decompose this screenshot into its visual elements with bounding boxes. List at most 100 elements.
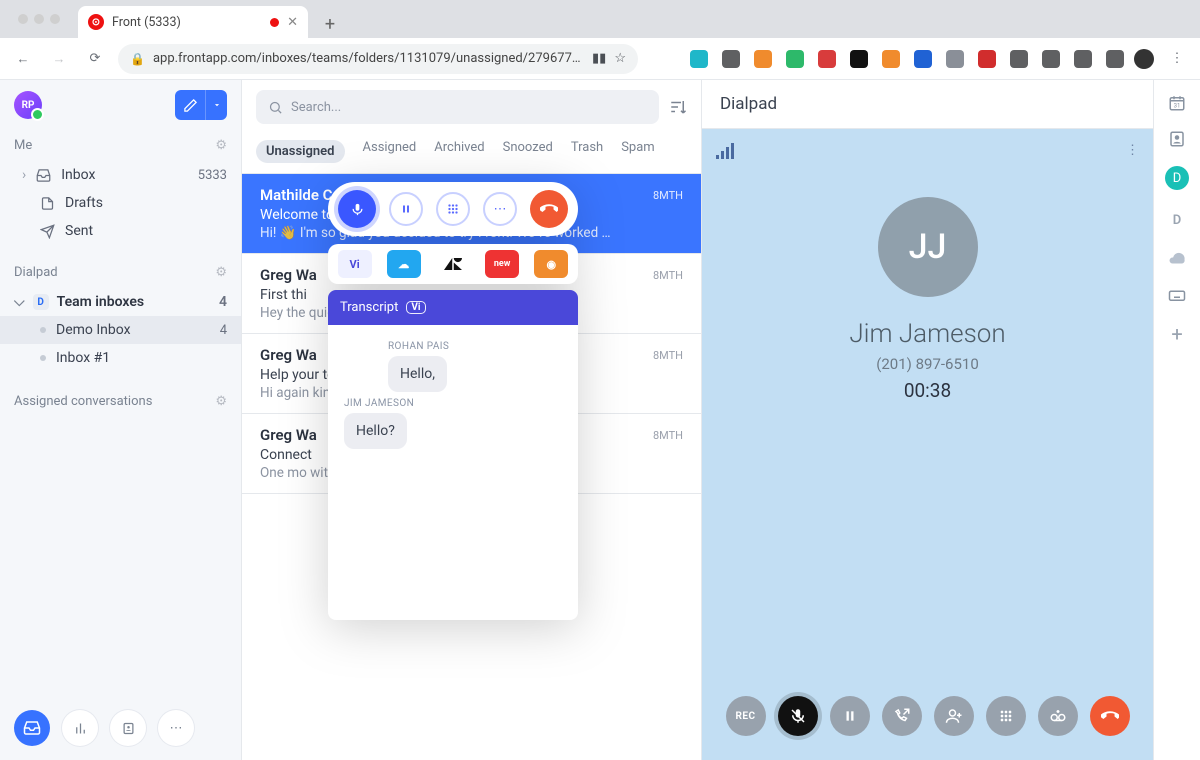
vi-badge-icon: Vi bbox=[406, 301, 425, 314]
sidebar-item-label: Inbox #1 bbox=[56, 350, 110, 366]
message-sender: Greg Wa bbox=[260, 346, 317, 364]
extension-icon[interactable] bbox=[1074, 50, 1092, 68]
analytics-fab[interactable] bbox=[62, 710, 98, 746]
filter-tabs: Unassigned Assigned Archived Snoozed Trash Sp… bbox=[242, 134, 701, 174]
add-app-button[interactable]: + bbox=[1171, 322, 1182, 346]
search-input[interactable]: Search... bbox=[256, 90, 659, 124]
extension-icon[interactable] bbox=[786, 50, 804, 68]
filter-tab-assigned[interactable]: Assigned bbox=[363, 140, 417, 163]
compose-dropdown[interactable] bbox=[205, 90, 227, 120]
gear-icon[interactable]: ⚙ bbox=[215, 265, 227, 280]
sidebar-item-drafts[interactable]: Drafts bbox=[0, 189, 241, 217]
extension-icon[interactable] bbox=[978, 50, 996, 68]
pause-button[interactable] bbox=[830, 696, 870, 736]
extension-icon[interactable] bbox=[850, 50, 868, 68]
new-integration-icon[interactable]: new bbox=[485, 250, 519, 278]
extension-icon[interactable] bbox=[1010, 50, 1028, 68]
dialpad-badge-icon: D bbox=[33, 294, 49, 310]
vi-integration-icon[interactable]: Vi bbox=[338, 250, 372, 278]
gear-icon[interactable]: ⚙ bbox=[215, 394, 227, 409]
forward-button[interactable]: → bbox=[46, 46, 72, 72]
chevron-down-icon: ⌵ bbox=[14, 294, 25, 310]
sort-button[interactable] bbox=[669, 98, 687, 116]
close-tab-icon[interactable]: ✕ bbox=[287, 15, 298, 30]
section-assigned-label: Assigned conversations bbox=[14, 394, 152, 409]
call-pane-title: Dialpad bbox=[720, 94, 777, 114]
section-dialpad: Dialpad ⚙ bbox=[0, 257, 241, 288]
filter-tab-archived[interactable]: Archived bbox=[434, 140, 484, 163]
salesforce-integration-icon[interactable]: ☁ bbox=[387, 250, 421, 278]
hold-button[interactable] bbox=[389, 192, 423, 226]
sidebar-item-demo-inbox[interactable]: Demo Inbox 4 bbox=[0, 316, 241, 344]
dialpad-secondary-icon[interactable]: D bbox=[1165, 208, 1189, 232]
keyboard-icon[interactable] bbox=[1168, 286, 1186, 304]
hangup-button[interactable] bbox=[530, 190, 568, 228]
extension-icon[interactable] bbox=[818, 50, 836, 68]
record-button[interactable]: REC bbox=[726, 696, 766, 736]
extension-icon[interactable] bbox=[1042, 50, 1060, 68]
section-dialpad-label: Dialpad bbox=[14, 265, 58, 280]
window-controls[interactable] bbox=[8, 0, 70, 38]
sidebar-item-sent[interactable]: Sent bbox=[0, 217, 241, 245]
integration-row: Vi ☁ new ◉ bbox=[328, 244, 578, 284]
more-button[interactable]: ⋯ bbox=[483, 192, 517, 226]
cloud-icon[interactable] bbox=[1168, 250, 1186, 268]
mute-toggle-button[interactable] bbox=[778, 696, 818, 736]
extension-icon[interactable] bbox=[754, 50, 772, 68]
inbox-count: 5333 bbox=[198, 168, 227, 183]
camera-icon[interactable]: ▮▮ bbox=[592, 51, 606, 66]
contacts-fab[interactable] bbox=[110, 710, 146, 746]
team-inboxes-tree[interactable]: ⌵ D Team inboxes 4 bbox=[0, 288, 241, 316]
message-time: 8MTH bbox=[653, 429, 683, 442]
new-tab-button[interactable]: + bbox=[316, 10, 344, 38]
browser-menu-button[interactable]: ⋮ bbox=[1164, 46, 1190, 72]
voicemail-button[interactable] bbox=[1038, 696, 1078, 736]
extension-icon[interactable] bbox=[1106, 50, 1124, 68]
star-icon[interactable]: ☆ bbox=[614, 51, 626, 66]
reload-button[interactable]: ⟳ bbox=[82, 46, 108, 72]
extension-icon[interactable] bbox=[690, 50, 708, 68]
extension-icon[interactable] bbox=[914, 50, 932, 68]
keypad-button[interactable] bbox=[436, 192, 470, 226]
sidebar: RP Me ⚙ › Inbox 5333 Drafts bbox=[0, 80, 242, 760]
contact-icon[interactable] bbox=[1168, 130, 1186, 148]
svg-text:31: 31 bbox=[1174, 103, 1181, 110]
browser-tab[interactable]: ⊙ Front (5333) ✕ bbox=[78, 6, 308, 38]
filter-tab-snoozed[interactable]: Snoozed bbox=[503, 140, 553, 163]
message-sender: Greg Wa bbox=[260, 426, 317, 444]
more-fab[interactable]: ⋯ bbox=[158, 710, 194, 746]
dialpad-app-icon[interactable]: D bbox=[1165, 166, 1189, 190]
zendesk-integration-icon[interactable] bbox=[436, 250, 470, 278]
extension-icon[interactable] bbox=[882, 50, 900, 68]
caller-avatar: JJ bbox=[878, 197, 978, 297]
end-call-button[interactable] bbox=[1090, 696, 1130, 736]
extension-icon[interactable] bbox=[722, 50, 740, 68]
sidebar-item-inbox1[interactable]: Inbox #1 bbox=[0, 344, 241, 372]
transfer-button[interactable] bbox=[882, 696, 922, 736]
address-bar[interactable]: 🔒 app.frontapp.com/inboxes/teams/folders… bbox=[118, 44, 638, 74]
back-button[interactable]: ← bbox=[10, 46, 36, 72]
filter-tab-unassigned[interactable]: Unassigned bbox=[256, 140, 345, 163]
signal-bars-icon bbox=[716, 143, 736, 159]
status-dot-icon bbox=[40, 327, 46, 333]
extension-icon[interactable] bbox=[946, 50, 964, 68]
compose-button[interactable] bbox=[175, 90, 205, 120]
user-avatar[interactable]: RP bbox=[14, 91, 42, 119]
message-list-column: Search... Unassigned Assigned Archived Snoo… bbox=[242, 80, 702, 760]
tree-count: 4 bbox=[219, 294, 227, 310]
filter-tab-trash[interactable]: Trash bbox=[571, 140, 603, 163]
inbox-fab[interactable] bbox=[14, 710, 50, 746]
dialpad-button[interactable] bbox=[986, 696, 1026, 736]
message-time: 8MTH bbox=[653, 349, 683, 362]
add-participant-button[interactable] bbox=[934, 696, 974, 736]
sidebar-item-inbox[interactable]: › Inbox 5333 bbox=[0, 161, 241, 189]
call-menu-button[interactable]: ⋮ bbox=[1126, 143, 1139, 158]
filter-tab-spam[interactable]: Spam bbox=[621, 140, 655, 163]
gear-icon[interactable]: ⚙ bbox=[215, 138, 227, 153]
call-overlay[interactable]: ⋯ Vi ☁ new ◉ Transcript Vi ROHAN PAI bbox=[328, 182, 578, 620]
calendar-icon[interactable]: 31 bbox=[1168, 94, 1186, 112]
profile-avatar-icon[interactable] bbox=[1134, 49, 1154, 69]
status-dot-icon bbox=[40, 355, 46, 361]
mute-button[interactable] bbox=[338, 190, 376, 228]
hubspot-integration-icon[interactable]: ◉ bbox=[534, 250, 568, 278]
